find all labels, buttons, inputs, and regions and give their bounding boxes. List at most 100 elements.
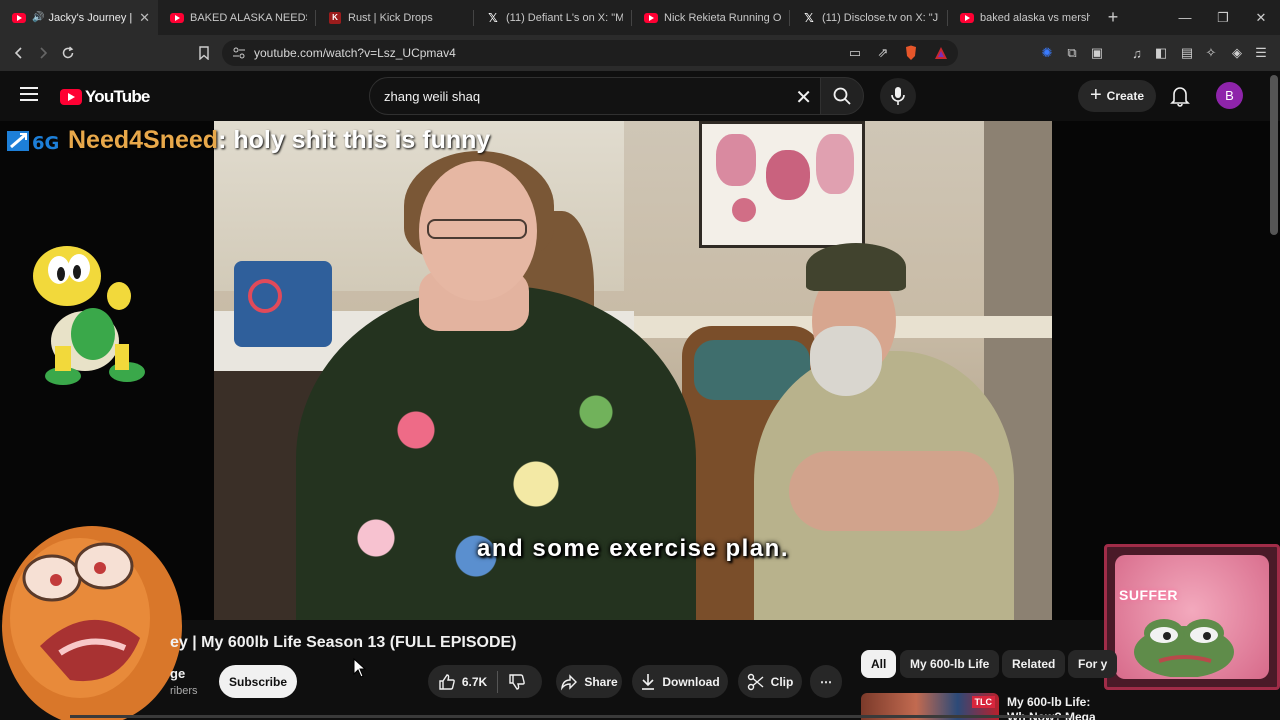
search-button[interactable] — [820, 77, 864, 115]
youtube-icon — [960, 11, 974, 25]
speaker-icon[interactable]: 🔊 — [32, 12, 44, 23]
scene-glasses — [427, 219, 527, 239]
tab-title: Nick Rekieta Running Off — [664, 11, 781, 24]
back-icon[interactable] — [6, 40, 32, 66]
thumbs-up-icon — [439, 673, 455, 690]
koopa-troopa-sticker — [33, 246, 145, 385]
clip-button[interactable]: Clip — [738, 665, 802, 698]
potato-face-sticker — [2, 526, 182, 720]
scene-man-beard — [810, 326, 882, 396]
clip-label: Clip — [770, 674, 794, 689]
create-label: Create — [1106, 89, 1145, 103]
restore-button[interactable]: ❐ — [1204, 0, 1242, 35]
hamburger-menu-icon[interactable] — [20, 87, 38, 101]
kick-icon: K — [328, 11, 342, 25]
scene-man-arms — [789, 451, 999, 531]
leo-ai-icon[interactable]: ✧ — [1202, 44, 1220, 62]
new-tab-button[interactable]: + — [1098, 0, 1128, 35]
vpn-icon[interactable]: ◈ — [1228, 44, 1246, 62]
youtube-logo[interactable]: YouTube — [60, 87, 150, 107]
extension-box-icon[interactable]: ▣ — [1088, 44, 1106, 62]
tab-2[interactable]: BAKED ALASKA NEEDS M — [158, 0, 315, 35]
cast-icon[interactable]: ▭ — [846, 44, 864, 62]
tab-1[interactable]: 🔊 Jacky's Journey | M ✕ — [0, 0, 158, 35]
clear-search-icon[interactable]: ✕ — [795, 85, 812, 110]
scene-anatomy-poster — [699, 121, 865, 248]
x-icon: 𝕏 — [804, 10, 814, 25]
stream-chat-overlay: 6G Need4Sneed : holy shit this is funny — [6, 126, 490, 155]
address-bar[interactable]: youtube.com/watch?v=Lsz_UCpmav4 ▭ ⇗ — [222, 40, 958, 66]
pepe-frog-icon — [1134, 619, 1234, 677]
divider — [70, 715, 1070, 718]
scene-man-cap — [806, 243, 906, 291]
download-button[interactable]: Download — [632, 665, 728, 698]
bookmark-icon[interactable] — [191, 40, 217, 66]
site-settings-icon[interactable] — [232, 46, 246, 65]
minimize-button[interactable]: — — [1166, 0, 1204, 35]
video-player[interactable]: and some exercise plan. 6G Need4Sneed : … — [0, 121, 1280, 620]
mouse-cursor-icon — [353, 658, 367, 678]
close-icon[interactable]: ✕ — [139, 10, 150, 26]
tab-6[interactable]: 𝕏 (11) Disclose.tv on X: "JUS — [790, 0, 947, 35]
chip-related[interactable]: Related — [1002, 650, 1066, 678]
channel-name[interactable]: ge — [170, 666, 185, 681]
tab-7[interactable]: baked alaska vs mersh - Y — [948, 0, 1098, 35]
chip-all[interactable]: All — [861, 650, 897, 678]
tab-title: BAKED ALASKA NEEDS M — [190, 11, 307, 24]
youtube-icon — [12, 11, 26, 25]
tab-title: (11) Disclose.tv on X: "JUS — [822, 11, 939, 24]
like-button[interactable]: 6.7K — [438, 670, 499, 693]
create-button[interactable]: + Create — [1078, 80, 1156, 112]
like-dislike-group: 6.7K — [428, 665, 542, 698]
chip-for-you[interactable]: For y — [1068, 650, 1118, 678]
url-text: youtube.com/watch?v=Lsz_UCpmav4 — [254, 46, 456, 60]
chat-message: : holy shit this is funny — [218, 126, 491, 154]
media-music-icon[interactable]: ♫ — [1128, 44, 1146, 62]
chat-username: Need4Sneed — [68, 126, 219, 154]
scene-woman-dress — [296, 286, 696, 620]
subscribe-button[interactable]: Subscribe — [219, 665, 297, 698]
video-frame[interactable]: and some exercise plan. — [214, 121, 1052, 620]
voice-search-button[interactable] — [880, 78, 916, 114]
thumbs-down-icon — [509, 673, 525, 690]
browser-toolbar: youtube.com/watch?v=Lsz_UCpmav4 ▭ ⇗ ✺ ⧉ … — [0, 35, 1280, 71]
tab-3[interactable]: K Rust | Kick Drops — [316, 0, 473, 35]
channel-subscriber-count: ribers — [170, 685, 198, 697]
search-icon — [833, 87, 851, 105]
share-label: Share — [584, 674, 618, 689]
tab-title: Jacky's Journey | M — [48, 11, 133, 24]
plus-icon: + — [1089, 83, 1102, 106]
share-page-icon[interactable]: ⇗ — [874, 44, 892, 62]
dislike-button[interactable] — [498, 673, 532, 691]
reload-icon[interactable] — [55, 40, 81, 66]
video-subtitle: and some exercise plan. — [477, 535, 789, 562]
menu-icon[interactable]: ☰ — [1252, 44, 1270, 62]
wallet-icon[interactable]: ▤ — [1178, 44, 1196, 62]
download-label: Download — [662, 674, 720, 689]
extensions-puzzle-icon[interactable]: ⧉ — [1063, 44, 1081, 62]
pepe-suffer-text: SUFFER — [1119, 587, 1178, 603]
more-actions-button[interactable]: ⋯ — [810, 665, 842, 698]
search-input[interactable]: zhang weili shaq ✕ — [369, 77, 821, 115]
scene-blood-pressure-unit — [234, 261, 332, 347]
youtube-icon — [644, 11, 658, 25]
share-button[interactable]: Share — [556, 665, 622, 698]
brave-shields-icon[interactable] — [902, 44, 920, 62]
like-count: 6.7K — [461, 674, 488, 689]
sidebar-toggle-icon[interactable]: ◧ — [1152, 44, 1170, 62]
tab-title: Rust | Kick Drops — [348, 11, 433, 24]
account-avatar[interactable]: B — [1216, 82, 1243, 109]
brave-rewards-icon[interactable] — [932, 44, 950, 62]
pepe-suffer-overlay: SUFFER — [1104, 544, 1280, 690]
tab-5[interactable]: Nick Rekieta Running Off — [632, 0, 789, 35]
tab-title: baked alaska vs mersh - Y — [980, 11, 1090, 24]
close-window-button[interactable]: ✕ — [1242, 0, 1280, 35]
notifications-bell-icon[interactable] — [1170, 85, 1192, 107]
youtube-logo-icon — [60, 89, 82, 105]
chip-my-600-lb-life[interactable]: My 600-lb Life — [900, 650, 1000, 678]
forward-icon[interactable] — [30, 40, 56, 66]
browser-tab-strip: 🔊 Jacky's Journey | M ✕ BAKED ALASKA NEE… — [0, 0, 1280, 35]
tab-4[interactable]: 𝕏 (11) Defiant L's on X: "Mul — [474, 0, 631, 35]
extension-blue-icon[interactable]: ✺ — [1038, 44, 1056, 62]
page-scrollbar[interactable] — [1270, 75, 1278, 235]
